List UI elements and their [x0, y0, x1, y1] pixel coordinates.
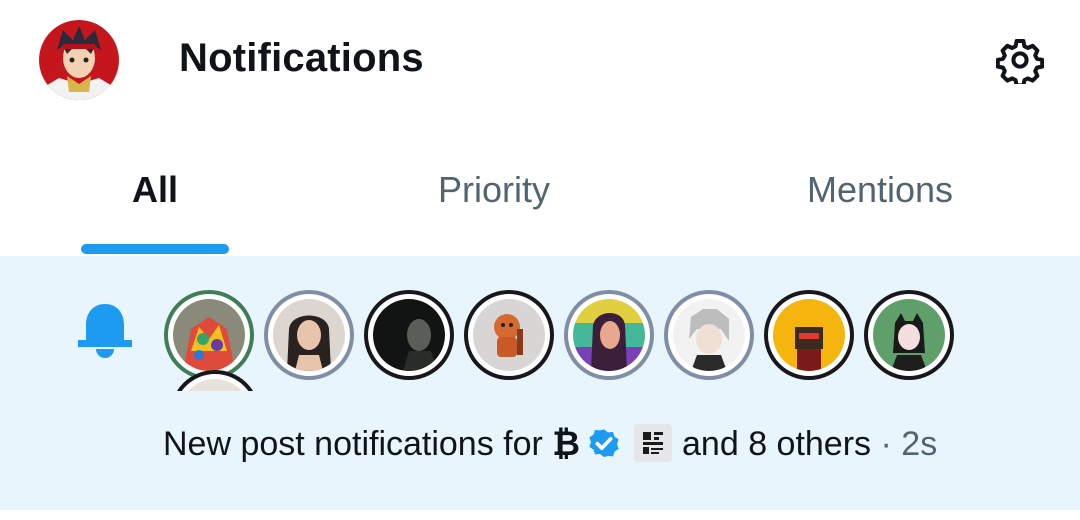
avatar[interactable]	[364, 290, 454, 380]
avatar[interactable]	[170, 370, 260, 391]
avatar[interactable]	[664, 290, 754, 380]
qr-code-avatar[interactable]	[634, 424, 673, 462]
tab-priority[interactable]: Priority	[394, 130, 594, 255]
notification-text: New post notifications for ₿ and 8 others…	[163, 420, 937, 468]
timestamp: 2s	[901, 425, 938, 463]
settings-button[interactable]	[995, 36, 1045, 88]
avatar[interactable]	[464, 290, 554, 380]
account-name[interactable]: ₿	[552, 425, 580, 463]
header: Notifications	[0, 0, 1080, 120]
gear-icon	[995, 39, 1045, 88]
notification-suffix: and 8 others	[682, 425, 872, 463]
page-title: Notifications	[179, 36, 424, 80]
avatar[interactable]	[164, 290, 254, 380]
avatar[interactable]	[864, 290, 954, 380]
avatar[interactable]	[564, 290, 654, 380]
notification-item[interactable]: New post notifications for ₿ and 8 others…	[0, 256, 1080, 510]
notification-tabs: All Priority Mentions	[0, 130, 1080, 255]
tab-mentions[interactable]: Mentions	[780, 130, 980, 255]
tab-all[interactable]: All	[80, 130, 230, 255]
avatar-row	[164, 290, 964, 391]
active-tab-indicator	[81, 244, 229, 254]
avatar[interactable]	[264, 290, 354, 380]
separator-dot: ·	[880, 425, 892, 463]
notification-prefix: New post notifications for	[163, 425, 543, 463]
verified-badge-icon	[584, 423, 624, 463]
profile-avatar[interactable]	[39, 20, 119, 100]
bell-icon	[76, 300, 134, 358]
avatar[interactable]	[764, 290, 854, 380]
profile-avatar-image	[39, 20, 119, 100]
